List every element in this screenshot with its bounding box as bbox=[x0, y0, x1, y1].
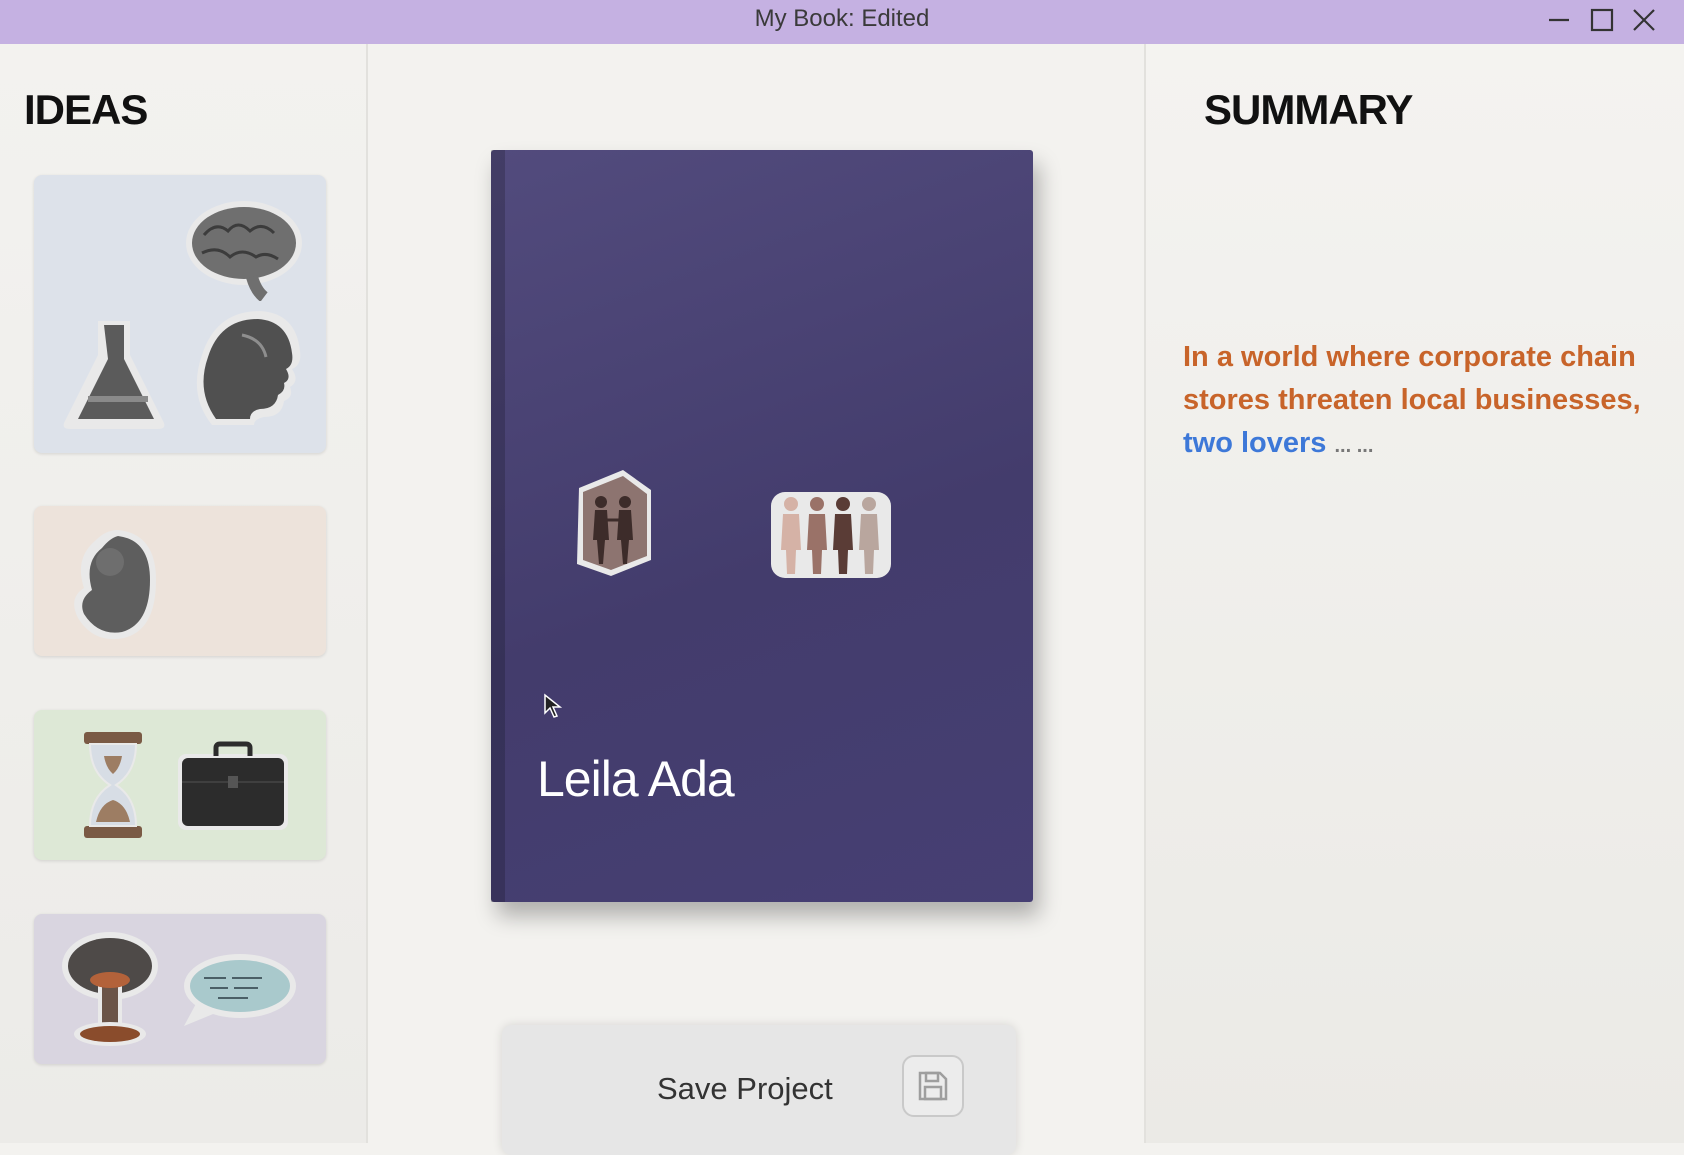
fetus-icon bbox=[74, 530, 156, 640]
summary-text: In a world where corporate chain stores … bbox=[1183, 336, 1673, 468]
maximize-button[interactable] bbox=[1588, 6, 1616, 34]
book-author: Leila Ada bbox=[537, 751, 735, 807]
speech-bubble-icon bbox=[184, 954, 296, 1026]
couple-holding-hands-icon bbox=[577, 470, 651, 576]
mushroom-cloud-icon bbox=[62, 932, 158, 1046]
close-button[interactable] bbox=[1630, 6, 1658, 34]
window-title: My Book: Edited bbox=[754, 5, 930, 32]
book-cover[interactable]: Leila Ada bbox=[491, 150, 1033, 902]
idea-card-1[interactable] bbox=[34, 175, 326, 453]
minimize-icon bbox=[1549, 18, 1569, 22]
group-of-people-icon bbox=[771, 492, 891, 578]
book-spine bbox=[491, 150, 505, 902]
floppy-disk-icon bbox=[902, 1055, 964, 1117]
brain-icon bbox=[186, 201, 302, 301]
save-project-label: Save Project bbox=[657, 1071, 833, 1106]
idea-card-4[interactable] bbox=[34, 914, 326, 1064]
idea-card-3[interactable] bbox=[34, 710, 326, 860]
maximize-icon bbox=[1590, 8, 1614, 32]
summary-ellipsis: ... ... bbox=[1334, 435, 1374, 457]
close-icon bbox=[1633, 9, 1655, 31]
summary-text-main: In a world where corporate chain stores … bbox=[1183, 341, 1641, 416]
idea-card-2[interactable] bbox=[34, 506, 326, 656]
briefcase-icon bbox=[178, 741, 288, 830]
summary-heading: SUMMARY bbox=[1204, 86, 1413, 133]
summary-highlight-link[interactable]: two lovers bbox=[1183, 427, 1326, 459]
ideas-heading: IDEAS bbox=[24, 86, 148, 133]
minimize-button[interactable] bbox=[1545, 6, 1573, 34]
save-project-button[interactable]: Save Project bbox=[502, 1025, 1016, 1155]
flask-icon bbox=[63, 321, 165, 429]
mouse-cursor-icon bbox=[544, 693, 563, 718]
summary-panel: SUMMARY bbox=[1144, 44, 1684, 1143]
face-profile-icon bbox=[196, 311, 301, 425]
ideas-panel: IDEAS bbox=[0, 44, 368, 1143]
title-bar: My Book: Edited bbox=[0, 0, 1684, 44]
hourglass-icon bbox=[84, 732, 142, 838]
